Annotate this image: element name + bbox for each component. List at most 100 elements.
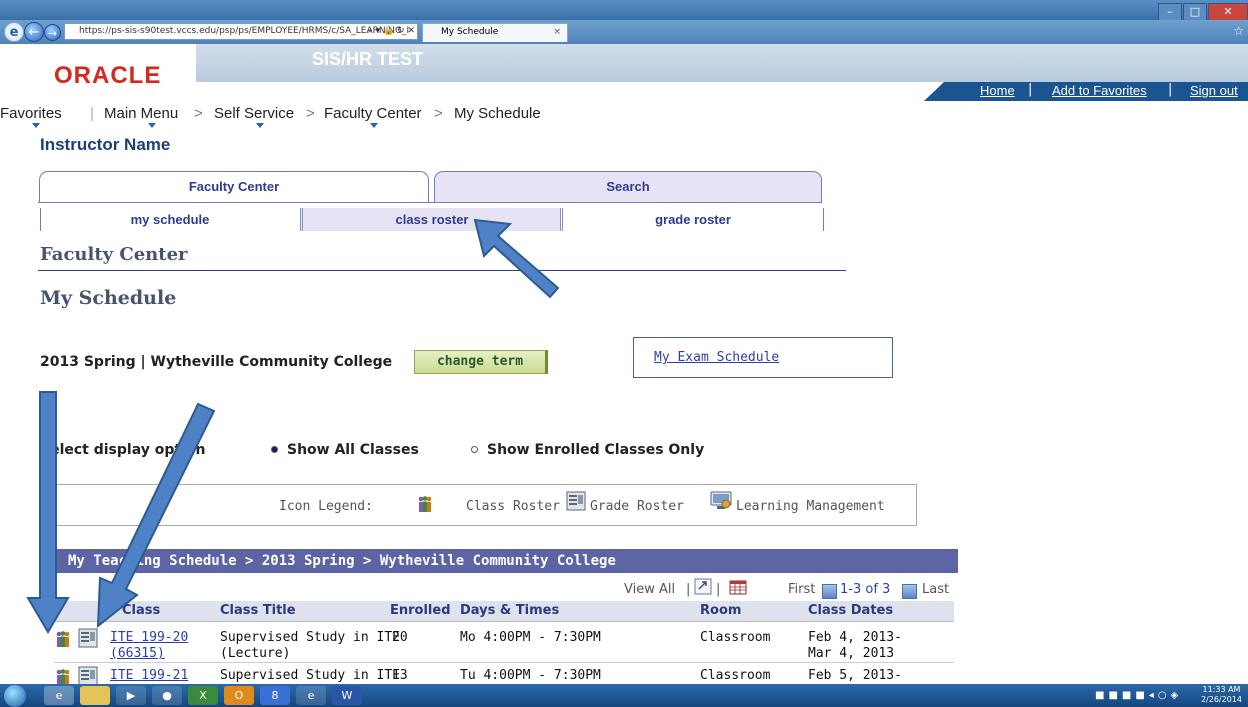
enrolled-count: 13 — [392, 668, 408, 683]
previous-page-icon[interactable] — [822, 584, 837, 599]
tab-faculty-center[interactable]: Faculty Center — [39, 171, 429, 202]
last-link[interactable]: Last — [922, 582, 949, 597]
class-number-link[interactable]: (66315) — [110, 646, 165, 662]
class-title: Supervised Study in ITE — [220, 630, 401, 645]
ie2-taskbar-icon[interactable]: e — [296, 686, 326, 705]
legend-class-roster: Class Roster — [466, 499, 560, 514]
grade-roster-icon[interactable] — [78, 628, 98, 648]
legend-grade-roster: Grade Roster — [590, 499, 684, 514]
grade-roster-icon[interactable] — [78, 666, 98, 686]
outlook-taskbar-icon[interactable]: O — [224, 686, 254, 705]
address-controls[interactable]: ⌕ ▾ 🔒 ↻ ✕ — [368, 24, 415, 39]
browser-address-row: e ← → https://ps-sis-s90test.vccs.edu/ps… — [0, 20, 1248, 44]
add-to-favorites-link[interactable]: Add to Favorites — [1052, 83, 1147, 98]
ie-taskbar-icon[interactable]: e — [44, 686, 74, 705]
view-all-link[interactable]: View All — [624, 582, 675, 597]
room: Classroom — [700, 630, 771, 645]
class-dates-end: Mar 4, 2013 — [808, 646, 895, 661]
first-link[interactable]: First — [788, 582, 815, 597]
tab-search[interactable]: Search — [434, 171, 822, 202]
class-link[interactable]: ITE 199-20 — [110, 630, 188, 646]
radio-show-all-label[interactable]: Show All Classes — [287, 442, 419, 458]
url-text: https://ps-sis-s90test.vccs.edu/psp/ps/E… — [79, 26, 410, 36]
back-button[interactable]: ← — [24, 22, 44, 42]
grid-separator: | — [716, 582, 721, 597]
class-dates-start: Feb 4, 2013- — [808, 630, 902, 645]
minimize-button[interactable]: – — [1158, 3, 1182, 21]
chevron-down-icon[interactable] — [256, 123, 264, 128]
forward-button[interactable]: → — [44, 24, 61, 41]
favorites-star-icon[interactable]: ☆ — [1233, 24, 1244, 38]
address-bar[interactable]: https://ps-sis-s90test.vccs.edu/psp/ps/E… — [64, 23, 418, 40]
download-spreadsheet-icon[interactable] — [728, 578, 748, 595]
days-times: Tu 4:00PM - 7:30PM — [460, 668, 601, 683]
enrolled-count: 20 — [392, 630, 408, 645]
maximize-button[interactable]: □ — [1183, 3, 1207, 21]
radio-show-all[interactable] — [271, 446, 278, 453]
exam-schedule-box: My Exam Schedule — [633, 337, 893, 378]
grade-roster-icon — [566, 491, 586, 511]
table-row: ITE 199-21 Supervised Study in ITE 13 Tu… — [54, 665, 954, 686]
system-tray[interactable]: ■■■■◂○◈ — [1095, 690, 1182, 701]
chrome-taskbar-icon[interactable]: ● — [152, 686, 182, 705]
class-roster-icon[interactable] — [54, 630, 72, 648]
radio-show-enrolled-label[interactable]: Show Enrolled Classes Only — [487, 442, 704, 458]
heading-divider — [38, 270, 846, 271]
explorer-taskbar-icon[interactable] — [80, 686, 110, 705]
close-window-button[interactable]: ✕ — [1208, 3, 1248, 21]
oracle-logo: ORACLE — [54, 62, 162, 89]
subtab-bar: my schedule class roster grade roster — [38, 202, 824, 233]
col-class-dates: Class Dates — [808, 603, 894, 618]
media-taskbar-icon[interactable]: ▶ — [116, 686, 146, 705]
breadcrumb-my-schedule: My Schedule — [454, 105, 541, 122]
tab-close-icon[interactable]: × — [553, 24, 561, 41]
chevron-down-icon[interactable] — [32, 123, 40, 128]
separator: | — [90, 105, 94, 122]
class-title: Supervised Study in ITE — [220, 668, 401, 683]
instructor-name: Instructor Name — [40, 135, 171, 154]
chevron-down-icon[interactable] — [148, 123, 156, 128]
col-room: Room — [700, 603, 742, 618]
sign-out-link[interactable]: Sign out — [1190, 83, 1238, 98]
window-controls: – □ ✕ — [1157, 0, 1248, 21]
class-roster-icon — [418, 496, 432, 512]
my-exam-schedule-link[interactable]: My Exam Schedule — [654, 350, 779, 365]
class-component: (Lecture) — [220, 646, 291, 661]
subtab-class-roster[interactable]: class roster — [300, 208, 561, 231]
excel-taskbar-icon[interactable]: X — [188, 686, 218, 705]
legend-learning-management: Learning Management — [736, 499, 885, 514]
app-taskbar-icon[interactable]: 8 — [260, 686, 290, 705]
ie-logo-icon: e — [4, 22, 24, 42]
browser-tab-my-schedule[interactable]: My Schedule × — [422, 23, 568, 42]
change-term-button[interactable]: change term — [414, 350, 548, 374]
separator: | — [1168, 82, 1173, 97]
windows-taskbar: e ▶ ● X O 8 e W ■■■■◂○◈ 11:33 AM 2/26/20… — [0, 684, 1248, 707]
word-taskbar-icon[interactable]: W — [332, 686, 362, 705]
taskbar-clock[interactable]: 11:33 AM 2/26/2014 — [1201, 685, 1242, 705]
breadcrumb-faculty-center[interactable]: Faculty Center — [324, 105, 422, 122]
subtab-grade-roster[interactable]: grade roster — [560, 208, 824, 231]
zoom-icon[interactable] — [694, 578, 712, 595]
browser-titlebar: – □ ✕ — [0, 0, 1248, 21]
next-page-icon[interactable] — [902, 584, 917, 599]
start-button[interactable] — [4, 685, 26, 707]
environment-title: SIS/HR TEST — [312, 49, 424, 69]
col-enrolled: Enrolled — [390, 603, 451, 618]
room: Classroom — [700, 668, 771, 683]
home-link[interactable]: Home — [980, 83, 1015, 98]
class-link[interactable]: ITE 199-21 — [110, 668, 188, 684]
legend-label: Icon Legend: — [279, 499, 373, 514]
days-times: Mo 4:00PM - 7:30PM — [460, 630, 601, 645]
breadcrumb-favorites[interactable]: Favorites — [0, 105, 62, 122]
breadcrumb-separator: > — [434, 105, 443, 122]
breadcrumb-main-menu[interactable]: Main Menu — [104, 105, 178, 122]
col-days-times: Days & Times — [460, 603, 560, 618]
col-class-title: Class Title — [220, 603, 296, 618]
subtab-my-schedule[interactable]: my schedule — [40, 208, 299, 231]
breadcrumb-self-service[interactable]: Self Service — [214, 105, 294, 122]
radio-show-enrolled[interactable] — [471, 446, 478, 453]
chevron-down-icon[interactable] — [370, 123, 378, 128]
breadcrumb-separator: > — [194, 105, 203, 122]
breadcrumb-separator: > — [306, 105, 315, 122]
display-option-label: Select display option — [40, 442, 206, 458]
